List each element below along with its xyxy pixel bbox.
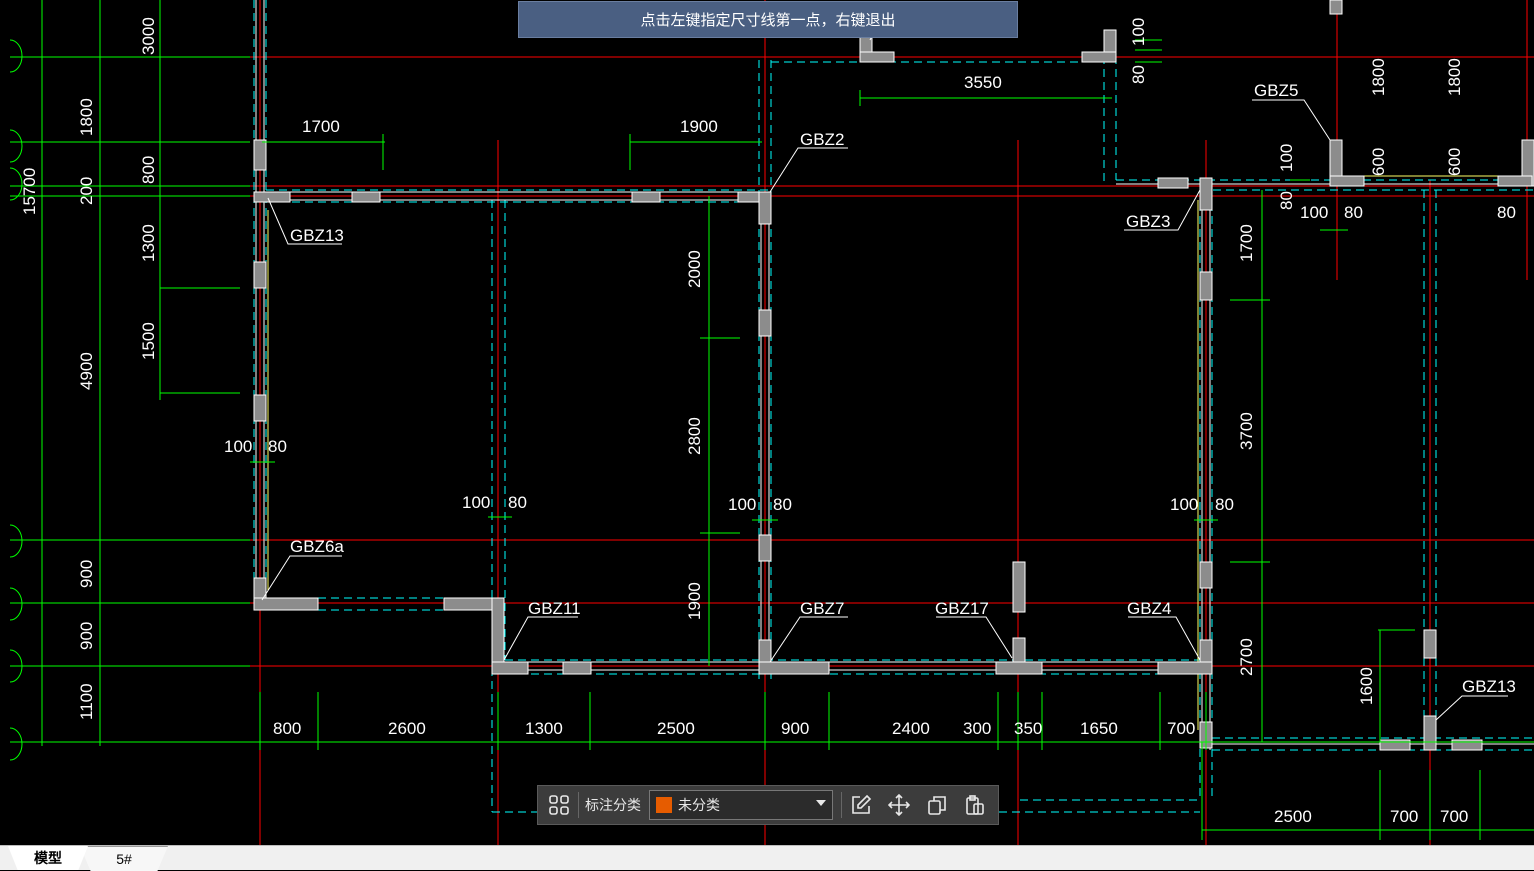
edit-icon[interactable]	[846, 790, 876, 820]
dim-100-a: 100	[224, 437, 252, 456]
dim-200-left: 200	[77, 177, 96, 205]
dim-1800-right-b: 1800	[1445, 58, 1464, 96]
move-icon[interactable]	[884, 790, 914, 820]
toolbar-divider	[841, 792, 842, 818]
tab-model[interactable]: 模型	[8, 846, 88, 870]
dim-bottom-2500: 2500	[657, 719, 695, 738]
tab-model-label: 模型	[34, 850, 62, 866]
label-gbz6a: GBZ6a	[290, 537, 344, 556]
dim-4900: 4900	[77, 352, 96, 390]
label-gbz5: GBZ5	[1254, 81, 1298, 100]
chevron-down-icon	[816, 800, 826, 806]
category-color-swatch	[656, 797, 672, 813]
dim-80-g: 80	[1277, 191, 1296, 210]
command-prompt-tooltip: 点击左键指定尺寸线第一点，右键退出	[518, 1, 1018, 38]
dim-100-f: 100	[1277, 144, 1296, 172]
dim-bottom-1300: 1300	[525, 719, 563, 738]
dim-2800: 2800	[685, 417, 704, 455]
dim-100-e: 100	[1300, 203, 1328, 222]
dim-900-left-b: 900	[77, 622, 96, 650]
dim-1600: 1600	[1357, 667, 1376, 705]
dim-bottom-2500-right: 2500	[1274, 807, 1312, 826]
dim-1800-left: 1800	[77, 98, 96, 136]
category-selected-value: 未分类	[678, 797, 720, 813]
dim-bottom-350: 350	[1014, 719, 1042, 738]
layout-tab-bar: 5# 模型	[0, 845, 1534, 871]
dim-600-a: 600	[1369, 148, 1388, 176]
dim-1500-left: 1500	[139, 322, 158, 360]
dim-bottom-700-right-b: 700	[1440, 807, 1468, 826]
dim-80-f: 80	[1497, 203, 1516, 222]
annotation-category-label: 标注分类	[585, 797, 641, 813]
dim-800-left: 800	[139, 156, 158, 184]
dim-bottom-800: 800	[273, 719, 301, 738]
dim-1700-right: 1700	[1237, 224, 1256, 262]
label-gbz7: GBZ7	[800, 599, 844, 618]
label-gbz13-left: GBZ13	[290, 226, 344, 245]
dim-80-a: 80	[268, 437, 287, 456]
dim-bottom-700-right-a: 700	[1390, 807, 1418, 826]
dim-100-g: 100	[1129, 18, 1148, 46]
dim-1900-mid: 1900	[685, 582, 704, 620]
dim-bottom-1650: 1650	[1080, 719, 1118, 738]
dim-3000: 3000	[139, 17, 158, 55]
dim-600-b: 600	[1445, 148, 1464, 176]
dim-2700: 2700	[1237, 638, 1256, 676]
dim-bottom-900: 900	[781, 719, 809, 738]
grid-icon[interactable]	[544, 790, 574, 820]
label-gbz17: GBZ17	[935, 599, 989, 618]
dim-1900-top: 1900	[680, 117, 718, 136]
dim-3700: 3700	[1237, 412, 1256, 450]
dim-2000: 2000	[685, 250, 704, 288]
tab-5-label: 5#	[116, 851, 132, 867]
dim-900-left-a: 900	[77, 560, 96, 588]
cad-drawing-canvas[interactable]: 3000 1800 15700 800 200 1300 1500 4900 9…	[0, 0, 1534, 845]
label-gbz3: GBZ3	[1126, 212, 1170, 231]
dim-3550: 3550	[964, 73, 1002, 92]
dim-bottom-2600: 2600	[388, 719, 426, 738]
dim-1700-top: 1700	[302, 117, 340, 136]
label-gbz11: GBZ11	[528, 599, 581, 618]
dim-100-b: 100	[462, 493, 490, 512]
dim-1100-left: 1100	[77, 683, 96, 720]
paste-icon[interactable]	[960, 790, 990, 820]
dim-80-e: 80	[1344, 203, 1363, 222]
label-gbz4: GBZ4	[1127, 599, 1171, 618]
dim-100-d: 100	[1170, 495, 1198, 514]
copy-icon[interactable]	[922, 790, 952, 820]
dim-100-c: 100	[728, 495, 756, 514]
label-gbz13-right: GBZ13	[1462, 677, 1516, 696]
dim-15700: 15700	[20, 168, 39, 215]
tab-5[interactable]: 5#	[80, 846, 168, 871]
toolbar-divider	[578, 792, 579, 818]
dim-80-c: 80	[773, 495, 792, 514]
dim-bottom-700: 700	[1167, 719, 1195, 738]
dim-80-d: 80	[1215, 495, 1234, 514]
dim-bottom-300: 300	[963, 719, 991, 738]
dim-1800-right-a: 1800	[1369, 58, 1388, 96]
dim-bottom-2400: 2400	[892, 719, 930, 738]
dim-80-b: 80	[508, 493, 527, 512]
annotation-category-select[interactable]: 未分类	[649, 790, 833, 820]
dim-80-h: 80	[1129, 65, 1148, 84]
command-prompt-text: 点击左键指定尺寸线第一点，右键退出	[640, 12, 896, 29]
dim-1300-left: 1300	[139, 224, 158, 262]
label-gbz2: GBZ2	[800, 130, 844, 149]
annotation-toolbar: 标注分类 未分类	[537, 785, 999, 825]
